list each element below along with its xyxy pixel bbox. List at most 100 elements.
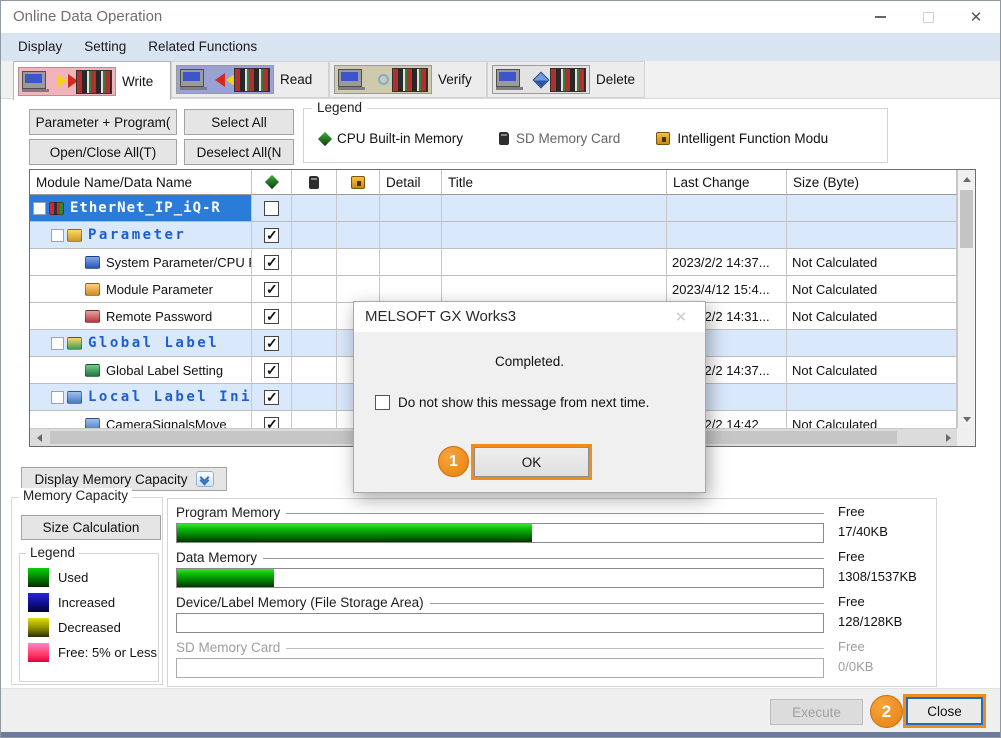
row-size bbox=[787, 222, 957, 249]
table-row[interactable]: Module Parameter 2023/4/12 15:4... Not C… bbox=[30, 276, 957, 303]
close-button[interactable]: Close bbox=[906, 697, 983, 725]
memory-bars-panel: Program Memory Free 17/40KB Data Memory … bbox=[167, 498, 937, 687]
toolbar-tab-write[interactable]: Write bbox=[13, 61, 171, 100]
scrollbar-corner bbox=[957, 428, 975, 446]
do-not-show-checkbox[interactable] bbox=[375, 395, 390, 410]
table-row[interactable]: Parameter bbox=[30, 222, 957, 249]
scroll-right-arrow[interactable] bbox=[939, 429, 957, 447]
header-last-change[interactable]: Last Change bbox=[667, 170, 787, 195]
menu-item-display[interactable]: Display bbox=[7, 33, 73, 61]
system-parameter-icon bbox=[85, 256, 100, 269]
row-checkbox[interactable] bbox=[264, 309, 279, 324]
plc-rack-icon bbox=[392, 68, 428, 92]
tab-label: Read bbox=[280, 72, 312, 87]
magnifier-icon bbox=[378, 74, 389, 85]
global-label-folder-icon bbox=[67, 337, 82, 350]
memory-capacity-label: Memory Capacity bbox=[19, 488, 132, 503]
maximize-button[interactable] bbox=[904, 1, 952, 33]
select-all-button[interactable]: Select All bbox=[184, 109, 294, 135]
maximize-icon bbox=[923, 12, 934, 23]
execute-button[interactable]: Execute bbox=[770, 699, 863, 725]
memory-bar-row: Data Memory Free 1308/1537KB bbox=[176, 549, 930, 594]
memory-legend-item: Free: 5% or Less bbox=[28, 643, 157, 662]
close-window-button[interactable] bbox=[952, 1, 1000, 33]
header-title[interactable]: Title bbox=[442, 170, 667, 195]
dialog-close-button[interactable] bbox=[667, 306, 695, 328]
row-checkbox[interactable] bbox=[264, 363, 279, 378]
row-checkbox[interactable] bbox=[264, 255, 279, 270]
computer-icon bbox=[180, 69, 204, 87]
free-value: 1308/1537KB bbox=[838, 570, 930, 584]
minimize-button[interactable] bbox=[856, 1, 904, 33]
legend-item: CPU Built-in Memory bbox=[320, 131, 463, 146]
row-size: Not Calculated bbox=[787, 357, 957, 384]
melsoft-message-dialog: MELSOFT GX Works3 Completed. Do not show… bbox=[353, 301, 706, 493]
toolbar-tab-read[interactable]: Read bbox=[171, 61, 329, 98]
parameter-program-button[interactable]: Parameter + Program( bbox=[29, 109, 177, 135]
dialog-checkbox-row: Do not show this message from next time. bbox=[375, 395, 649, 410]
tree-expander[interactable] bbox=[33, 202, 46, 215]
tree-expander[interactable] bbox=[51, 229, 64, 242]
memory-used-fill bbox=[177, 569, 274, 587]
row-checkbox[interactable] bbox=[264, 201, 279, 216]
header-sd-card[interactable] bbox=[292, 170, 337, 195]
row-name: Global Label Setting bbox=[106, 363, 223, 378]
parameter-folder-icon bbox=[67, 229, 82, 242]
header-cpu-memory[interactable] bbox=[252, 170, 292, 195]
row-last-change: 2023/2/2 14:37... bbox=[667, 249, 787, 276]
size-calculation-button[interactable]: Size Calculation bbox=[21, 515, 161, 540]
row-checkbox[interactable] bbox=[264, 390, 279, 405]
free-low-swatch bbox=[28, 643, 49, 662]
memory-bar-row: Device/Label Memory (File Storage Area) … bbox=[176, 594, 930, 639]
free-label: Free bbox=[838, 505, 930, 519]
row-name: Module Parameter bbox=[106, 282, 213, 297]
scroll-up-arrow[interactable] bbox=[958, 170, 976, 188]
cpu-built-in-memory-icon bbox=[318, 131, 332, 145]
scroll-left-arrow[interactable] bbox=[30, 429, 48, 447]
table-row[interactable]: EtherNet_IP_iQ-R bbox=[30, 195, 957, 222]
tree-expander[interactable] bbox=[51, 391, 64, 404]
row-last-change bbox=[667, 195, 787, 222]
memory-legend-title: Legend bbox=[26, 545, 79, 560]
header-size[interactable]: Size (Byte) bbox=[787, 170, 957, 195]
memory-bar-label: Program Memory bbox=[176, 505, 280, 520]
tree-expander[interactable] bbox=[51, 337, 64, 350]
row-checkbox[interactable] bbox=[264, 417, 279, 429]
scroll-down-arrow[interactable] bbox=[958, 410, 976, 428]
toolbar-tabs: Write Read Verify Delete bbox=[13, 61, 645, 99]
window-title: Online Data Operation bbox=[13, 8, 162, 25]
minimize-icon bbox=[875, 16, 886, 18]
legend-item: SD Memory Card bbox=[499, 131, 620, 146]
row-checkbox[interactable] bbox=[264, 282, 279, 297]
row-last-change: 2023/4/12 15:4... bbox=[667, 276, 787, 303]
legend-item: Intelligent Function Modu bbox=[656, 131, 828, 146]
table-row[interactable]: System Parameter/CPU Para... 2023/2/2 14… bbox=[30, 249, 957, 276]
remote-password-icon bbox=[85, 310, 100, 323]
increased-swatch bbox=[28, 593, 49, 612]
row-checkbox[interactable] bbox=[264, 336, 279, 351]
toolbar-tab-delete[interactable]: Delete bbox=[487, 61, 645, 98]
memory-bar-row: SD Memory Card Free 0/0KB bbox=[176, 639, 930, 684]
sd-memory-card-icon bbox=[309, 176, 319, 189]
header-intelligent-module[interactable] bbox=[337, 170, 380, 195]
computer-icon bbox=[22, 71, 46, 89]
eraser-icon bbox=[533, 71, 550, 88]
used-swatch bbox=[28, 568, 49, 587]
row-checkbox[interactable] bbox=[264, 228, 279, 243]
online-data-operation-window: Online Data Operation DisplaySettingRela… bbox=[0, 0, 1001, 738]
memory-type-legend: Legend CPU Built-in Memory SD Memory Car… bbox=[303, 108, 888, 163]
ok-button[interactable]: OK bbox=[474, 447, 589, 477]
vertical-scroll-thumb[interactable] bbox=[960, 190, 973, 248]
header-detail[interactable]: Detail bbox=[380, 170, 442, 195]
memory-legend-item: Increased bbox=[28, 593, 157, 612]
open-close-all-button[interactable]: Open/Close All(T) bbox=[29, 139, 177, 165]
deselect-all-button[interactable]: Deselect All(N bbox=[184, 139, 294, 165]
toolbar-tab-verify[interactable]: Verify bbox=[329, 61, 487, 98]
row-size bbox=[787, 195, 957, 222]
menu-item-setting[interactable]: Setting bbox=[73, 33, 137, 61]
local-label-folder-icon bbox=[67, 391, 82, 404]
row-size bbox=[787, 330, 957, 357]
menu-item-related-functions[interactable]: Related Functions bbox=[137, 33, 268, 61]
dialog-message: Completed. bbox=[354, 354, 705, 369]
header-module-name[interactable]: Module Name/Data Name bbox=[30, 170, 252, 195]
